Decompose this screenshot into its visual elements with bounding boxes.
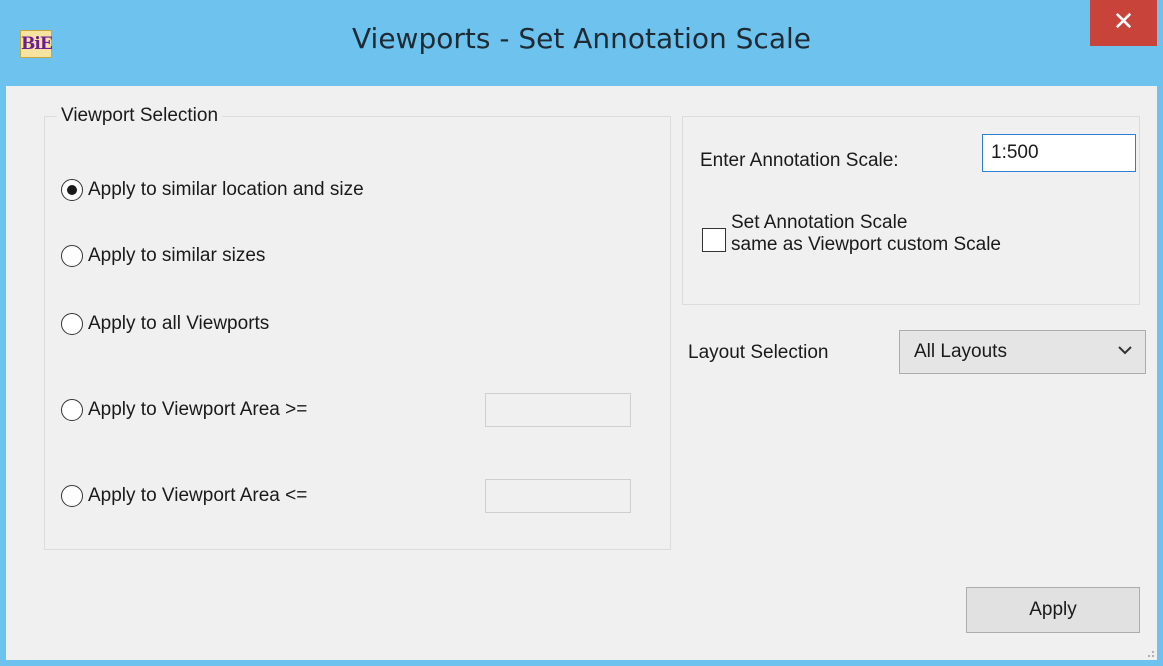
annotation-scale-input[interactable] — [982, 134, 1136, 172]
radio-button[interactable] — [61, 245, 83, 267]
dialog-body: Viewport Selection Apply to similar loca… — [6, 86, 1157, 660]
close-button[interactable]: ✕ — [1090, 0, 1157, 46]
radio-label: Apply to all Viewports — [88, 313, 270, 334]
checkbox-label-line1: Set Annotation Scale — [731, 212, 908, 233]
checkbox-label-line2: same as Viewport custom Scale — [731, 234, 1001, 255]
radio-label: Apply to Viewport Area <= — [88, 485, 308, 506]
layout-selection-dropdown[interactable]: All Layouts — [899, 330, 1146, 374]
radio-button[interactable] — [61, 313, 83, 335]
area-min-input[interactable] — [485, 393, 631, 427]
resize-grip-icon[interactable] — [1145, 648, 1155, 658]
radio-similar-location-size[interactable]: Apply to similar location and size — [61, 175, 364, 205]
radio-label: Apply to similar location and size — [88, 179, 364, 200]
layout-selected-value: All Layouts — [914, 341, 1007, 362]
viewport-selection-legend: Viewport Selection — [57, 105, 223, 127]
radio-label: Apply to Viewport Area >= — [88, 399, 308, 420]
window-title: Viewports - Set Annotation Scale — [352, 22, 811, 55]
radio-similar-sizes[interactable]: Apply to similar sizes — [61, 241, 265, 271]
area-max-input[interactable] — [485, 479, 631, 513]
radio-button-checked[interactable] — [61, 179, 83, 201]
viewport-selection-group: Viewport Selection Apply to similar loca… — [44, 105, 671, 550]
title-bar[interactable]: BiE Viewports - Set Annotation Scale ✕ — [0, 0, 1163, 86]
radio-area-greater-equal[interactable]: Apply to Viewport Area >= — [61, 395, 307, 425]
radio-label: Apply to similar sizes — [88, 245, 266, 266]
radio-button[interactable] — [61, 399, 83, 421]
annotation-scale-label: Enter Annotation Scale: — [700, 150, 899, 171]
apply-button[interactable]: Apply — [966, 587, 1140, 633]
radio-area-less-equal[interactable]: Apply to Viewport Area <= — [61, 481, 307, 511]
same-as-viewport-scale-checkbox[interactable] — [702, 228, 726, 252]
layout-selection-label: Layout Selection — [688, 342, 829, 363]
radio-button[interactable] — [61, 485, 83, 507]
same-as-viewport-scale-label[interactable]: Set Annotation Scale same as Viewport cu… — [731, 212, 1001, 256]
chevron-down-icon — [1118, 346, 1132, 355]
radio-all-viewports[interactable]: Apply to all Viewports — [61, 309, 269, 339]
dialog-window: BiE Viewports - Set Annotation Scale ✕ V… — [0, 0, 1163, 666]
